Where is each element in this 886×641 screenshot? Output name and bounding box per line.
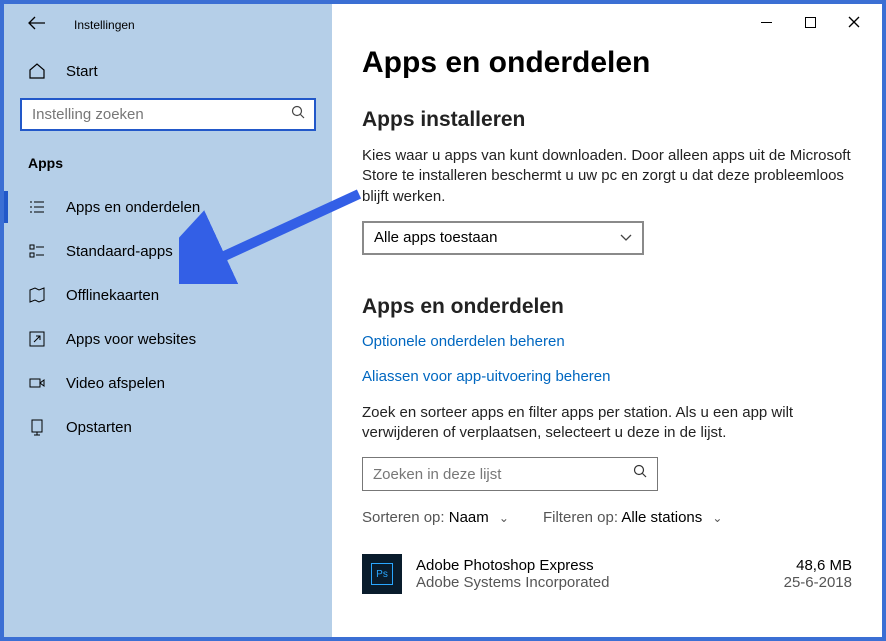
sort-control[interactable]: Sorteren op: Naam ⌄: [362, 509, 509, 526]
sidebar-item-standaard-apps[interactable]: Standaard-apps: [4, 229, 332, 273]
chevron-down-icon: [620, 229, 632, 246]
link-optional-features[interactable]: Optionele onderdelen beheren: [362, 333, 852, 350]
filter-control[interactable]: Filteren op: Alle stations ⌄: [543, 509, 723, 526]
defaults-icon: [28, 242, 46, 260]
dropdown-value: Alle apps toestaan: [374, 229, 497, 246]
sort-label: Sorteren op:: [362, 509, 445, 526]
chevron-down-icon: ⌄: [712, 511, 722, 525]
category-label: Apps: [4, 145, 332, 185]
filter-label: Filteren op:: [543, 509, 618, 526]
back-button[interactable]: [28, 16, 46, 34]
app-size: 48,6 MB: [784, 557, 852, 574]
startup-icon: [28, 418, 46, 436]
sidebar-item-start[interactable]: Start: [4, 50, 332, 92]
chevron-down-icon: ⌄: [499, 511, 509, 525]
main-content: Apps en onderdelen Apps installeren Kies…: [332, 4, 882, 637]
sidebar-item-label: Apps voor websites: [66, 331, 196, 348]
sidebar-item-label: Standaard-apps: [66, 243, 173, 260]
section-heading: Apps en onderdelen: [362, 295, 852, 319]
install-heading: Apps installeren: [362, 108, 852, 132]
minimize-button[interactable]: [744, 8, 788, 36]
page-title: Apps en onderdelen: [362, 46, 852, 80]
sidebar-item-label: Video afspelen: [66, 375, 165, 392]
install-description: Kies waar u apps van kunt downloaden. Do…: [362, 146, 852, 207]
search-input[interactable]: [20, 98, 316, 131]
app-date: 25-6-2018: [784, 574, 852, 591]
sidebar: Instellingen Start Apps Apps en onderdel…: [4, 4, 332, 637]
map-icon: [28, 286, 46, 304]
sidebar-item-offlinekaarten[interactable]: Offlinekaarten: [4, 273, 332, 317]
app-list-item[interactable]: Ps Adobe Photoshop Express Adobe Systems…: [362, 554, 852, 594]
sort-value: Naam: [449, 509, 489, 526]
home-icon: [28, 62, 46, 80]
sidebar-item-apps-onderdelen[interactable]: Apps en onderdelen: [4, 185, 332, 229]
filter-value: Alle stations: [621, 509, 702, 526]
app-list-search-input[interactable]: [362, 457, 658, 491]
link-app-aliases[interactable]: Aliassen voor app-uitvoering beheren: [362, 368, 852, 385]
video-icon: [28, 374, 46, 392]
sidebar-item-video[interactable]: Video afspelen: [4, 361, 332, 405]
app-icon: Ps: [362, 554, 402, 594]
sidebar-item-label: Offlinekaarten: [66, 287, 159, 304]
app-name: Adobe Photoshop Express: [416, 557, 770, 574]
maximize-button[interactable]: [788, 8, 832, 36]
close-button[interactable]: [832, 8, 876, 36]
window-title: Instellingen: [74, 18, 135, 32]
section-description: Zoek en sorteer apps en filter apps per …: [362, 403, 852, 444]
install-source-dropdown[interactable]: Alle apps toestaan: [362, 221, 644, 255]
sidebar-item-label: Apps en onderdelen: [66, 199, 200, 216]
list-icon: [28, 198, 46, 216]
app-publisher: Adobe Systems Incorporated: [416, 574, 770, 591]
sidebar-item-opstarten[interactable]: Opstarten: [4, 405, 332, 449]
sidebar-item-apps-websites[interactable]: Apps voor websites: [4, 317, 332, 361]
open-icon: [28, 330, 46, 348]
sidebar-item-label: Opstarten: [66, 419, 132, 436]
sidebar-item-label: Start: [66, 63, 98, 80]
